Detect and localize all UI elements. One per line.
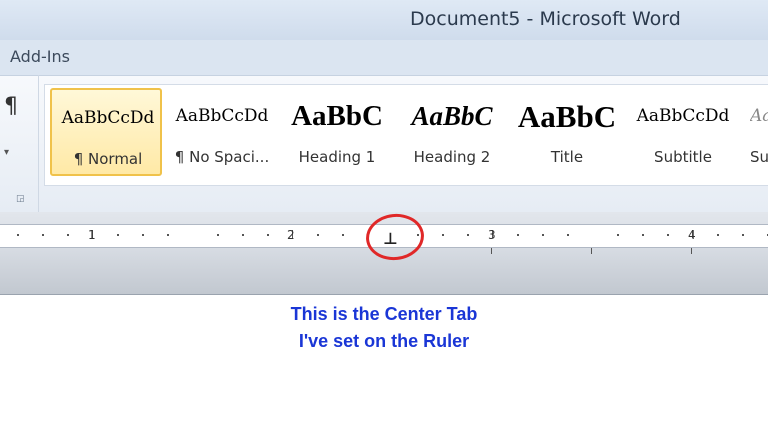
style-subtle[interactable]: AaBbCcDd Su — [742, 88, 768, 176]
style-label: Heading 1 — [298, 148, 376, 166]
style-preview: AaBbC — [411, 101, 493, 131]
annotation-line-1: This is the Center Tab — [290, 304, 478, 324]
ruler-tick — [742, 234, 744, 236]
ruler-tick — [67, 234, 69, 236]
style-heading-1[interactable]: AaBbC Heading 1 — [281, 88, 393, 176]
tab-add-ins[interactable]: Add-Ins — [10, 47, 70, 66]
chevron-down-icon[interactable]: ▾ — [4, 147, 9, 158]
style-label: Su — [750, 148, 768, 166]
dialog-launcher-icon[interactable]: ◲ — [16, 194, 26, 204]
style-preview: AaBbCcDd — [750, 106, 768, 126]
ruler-tick — [267, 234, 269, 236]
ruler-tick — [142, 234, 144, 236]
ruler-tick — [42, 234, 44, 236]
style-heading-2[interactable]: AaBbC Heading 2 — [396, 88, 508, 176]
style-label: ¶ Normal — [73, 150, 143, 168]
style-preview: AaBbC — [517, 99, 617, 134]
style-no-spacing[interactable]: AaBbCcDd ¶ No Spaci... — [166, 88, 278, 176]
ruler-marker — [691, 248, 692, 254]
style-label: Subtitle — [654, 148, 712, 166]
ruler-marker — [591, 248, 592, 254]
show-hide-pilcrow-button[interactable]: ¶ — [4, 94, 18, 119]
ruler-marker — [491, 248, 492, 254]
ruler-tick — [567, 234, 569, 236]
ribbon-tab-row — [0, 40, 768, 75]
ruler-tick — [217, 234, 219, 236]
ruler-tick — [342, 234, 344, 236]
ruler-tick — [617, 234, 619, 236]
ruler-tick — [117, 234, 119, 236]
ruler-tick — [667, 234, 669, 236]
ruler-tick — [642, 234, 644, 236]
style-subtitle[interactable]: AaBbCcDd Subtitle — [627, 88, 739, 176]
style-label: Heading 2 — [413, 148, 491, 166]
ruler-tick — [467, 234, 469, 236]
ruler-tick — [242, 234, 244, 236]
style-normal[interactable]: AaBbCcDd ¶ Normal — [50, 88, 162, 176]
style-label: Title — [550, 148, 584, 166]
ruler-tick — [717, 234, 719, 236]
ruler-number: 1 — [88, 228, 96, 242]
ruler-tick — [542, 234, 544, 236]
window-title: Document5 - Microsoft Word — [410, 8, 681, 30]
style-title[interactable]: AaBbC Title — [511, 88, 623, 176]
style-preview: AaBbCcDd — [636, 106, 730, 126]
ruler-tick — [17, 234, 19, 236]
annotation-line-2: I've set on the Ruler — [298, 331, 470, 351]
style-preview: AaBbC — [291, 100, 383, 132]
ruler-number: 2 — [287, 228, 295, 242]
ruler-tick — [317, 234, 319, 236]
ruler-tick — [517, 234, 519, 236]
style-preview: AaBbCcDd — [175, 106, 269, 126]
ruler-tick — [167, 234, 169, 236]
style-label: ¶ No Spaci... — [174, 148, 270, 166]
ruler-number: 4 — [688, 228, 696, 242]
ruler-number: 3 — [488, 228, 496, 242]
ruler-tick — [442, 234, 444, 236]
style-preview: AaBbCcDd — [61, 108, 155, 128]
